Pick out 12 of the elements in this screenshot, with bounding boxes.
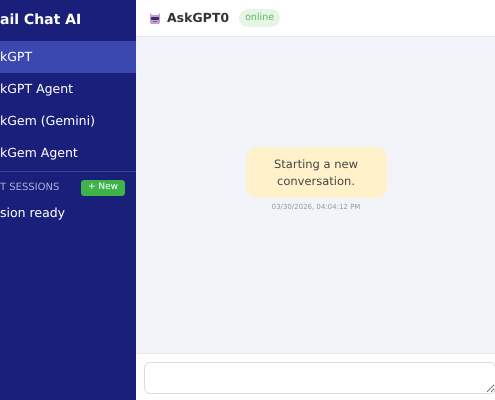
sidebar-item[interactable]: kGem Agent bbox=[0, 137, 136, 169]
section-heading: T SESSIONS bbox=[0, 181, 60, 196]
chat-name: AskGPT0 bbox=[167, 8, 230, 27]
status-badge: online bbox=[239, 8, 280, 28]
sidebar-item[interactable]: kGPT bbox=[0, 41, 136, 73]
sidebar-item[interactable]: kGPT Agent bbox=[0, 73, 136, 105]
session-item[interactable]: sion ready bbox=[0, 204, 66, 220]
message-input[interactable] bbox=[144, 362, 495, 394]
robot-icon bbox=[149, 12, 161, 24]
message-bubble: Starting a new conversation. bbox=[246, 147, 386, 198]
app-title: ail Chat AI bbox=[0, 11, 82, 30]
sidebar-item[interactable]: kGem (Gemini) bbox=[0, 105, 136, 137]
